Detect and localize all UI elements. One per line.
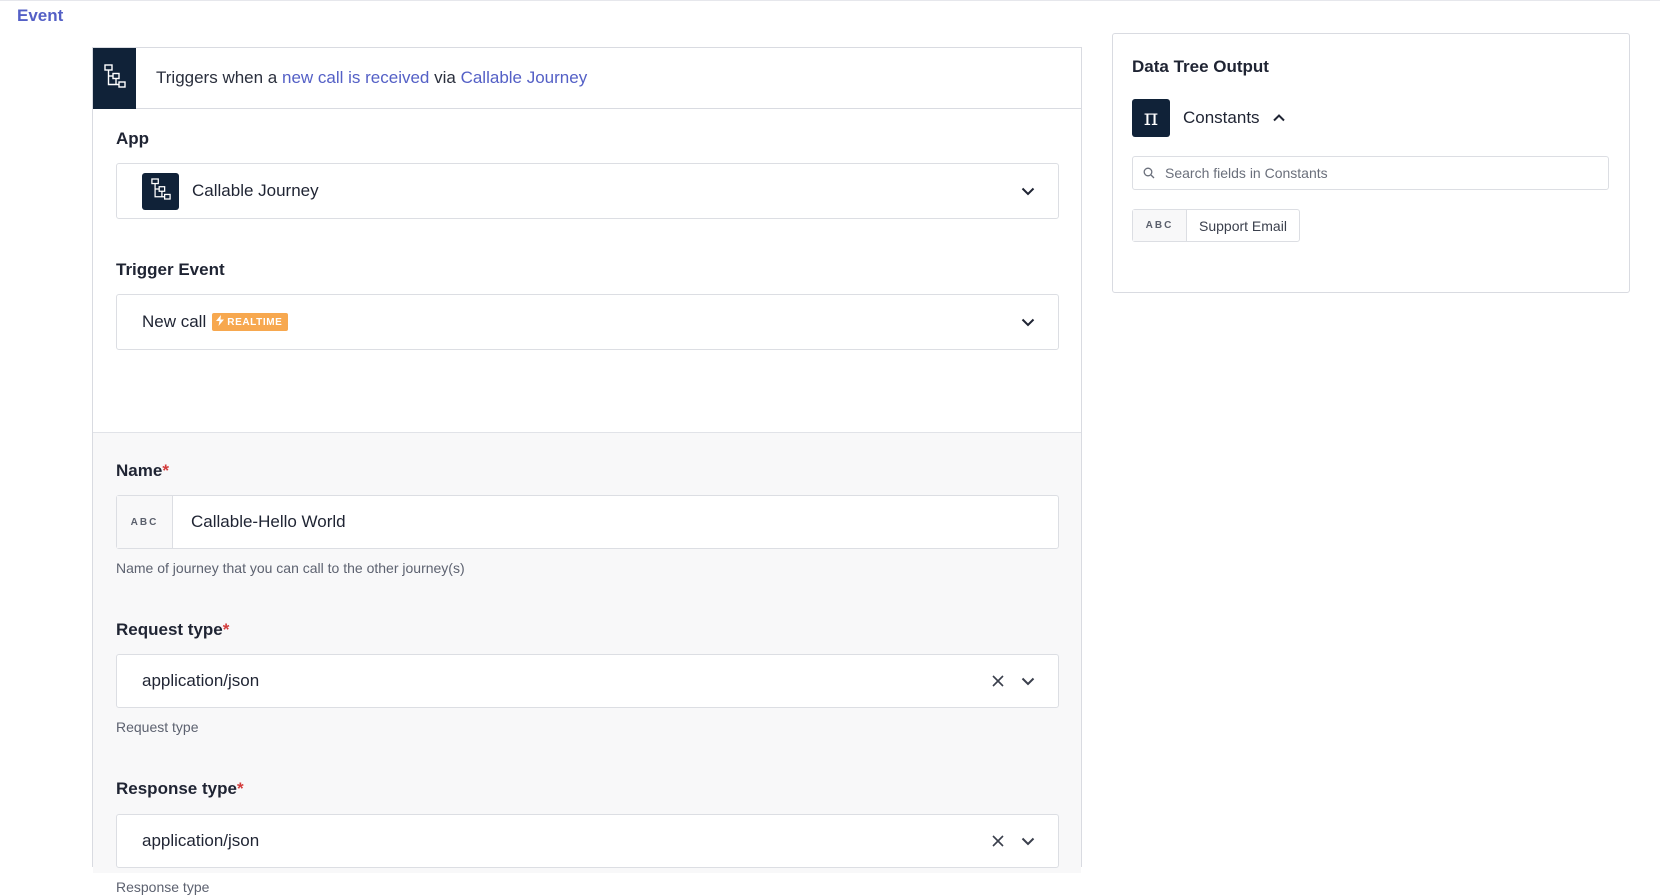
response-type-label: Response type* bbox=[116, 779, 244, 798]
trigger-event-select[interactable]: New call REALTIME bbox=[116, 294, 1059, 350]
app-label: App bbox=[116, 129, 150, 148]
trigger-app-icon-box bbox=[93, 47, 136, 109]
trigger-summary-bar: Triggers when a new call is received via… bbox=[93, 47, 1081, 109]
constants-label: Constants bbox=[1183, 108, 1260, 127]
text-type-tag: ABC bbox=[117, 496, 173, 548]
trigger-event-value: New call bbox=[142, 312, 207, 331]
required-mark: * bbox=[162, 461, 169, 480]
app-select[interactable]: Callable Journey bbox=[116, 163, 1059, 219]
required-mark: * bbox=[236, 779, 244, 798]
pi-icon: π bbox=[1132, 99, 1170, 137]
data-tree-title: Data Tree Output bbox=[1132, 57, 1269, 76]
app-select-value: Callable Journey bbox=[192, 181, 319, 200]
name-input[interactable]: ABC Callable-Hello World bbox=[116, 495, 1059, 549]
constants-search[interactable] bbox=[1132, 156, 1609, 190]
trigger-event-link[interactable]: new call is received bbox=[282, 68, 429, 87]
app-section: App Callable Journey Trigger Event New c… bbox=[93, 109, 1081, 433]
realtime-badge-text: REALTIME bbox=[227, 316, 283, 328]
chevron-down-icon[interactable] bbox=[1020, 183, 1036, 199]
required-mark: * bbox=[222, 620, 230, 639]
lightning-icon bbox=[216, 315, 225, 329]
flow-chart-icon bbox=[103, 63, 126, 93]
chevron-down-icon[interactable] bbox=[1020, 833, 1036, 849]
trigger-prefix: Triggers when a bbox=[156, 68, 282, 87]
data-tree-panel: Data Tree Output π Constants ABC Support… bbox=[1112, 33, 1630, 293]
trigger-config-panel: Triggers when a new call is received via… bbox=[92, 47, 1082, 895]
search-icon bbox=[1143, 166, 1157, 180]
top-divider bbox=[0, 0, 1660, 1]
trigger-event-label: Trigger Event bbox=[116, 260, 225, 279]
constants-search-input[interactable] bbox=[1165, 165, 1605, 181]
response-type-hint: Response type bbox=[116, 879, 210, 895]
chevron-down-icon[interactable] bbox=[1020, 314, 1036, 330]
trigger-middle: via bbox=[429, 68, 461, 87]
request-type-hint: Request type bbox=[116, 719, 199, 735]
response-type-select[interactable]: application/json bbox=[116, 814, 1059, 868]
parameters-section: Name* ABC Callable-Hello World Name of j… bbox=[93, 433, 1081, 895]
name-input-value[interactable]: Callable-Hello World bbox=[191, 512, 346, 532]
constant-field-label: Support Email bbox=[1199, 217, 1287, 234]
request-type-select[interactable]: application/json bbox=[116, 654, 1059, 708]
name-hint: Name of journey that you can call to the… bbox=[116, 560, 465, 576]
constants-group-toggle[interactable]: π Constants bbox=[1132, 99, 1286, 137]
text-type-tag: ABC bbox=[1133, 210, 1187, 241]
clear-icon[interactable] bbox=[990, 673, 1006, 689]
trigger-app-link[interactable]: Callable Journey bbox=[461, 68, 588, 87]
chevron-down-icon[interactable] bbox=[1020, 673, 1036, 689]
realtime-badge: REALTIME bbox=[212, 313, 289, 331]
request-type-label: Request type* bbox=[116, 620, 230, 639]
flow-chart-icon bbox=[150, 177, 171, 205]
event-tab[interactable]: Event bbox=[17, 6, 63, 26]
name-label: Name* bbox=[116, 461, 169, 480]
trigger-description: Triggers when a new call is received via… bbox=[156, 68, 587, 88]
chevron-up-icon[interactable] bbox=[1272, 111, 1286, 125]
clear-icon[interactable] bbox=[990, 833, 1006, 849]
constant-field-chip[interactable]: ABC Support Email bbox=[1132, 209, 1300, 242]
response-type-value: application/json bbox=[142, 831, 260, 850]
app-icon-box bbox=[142, 172, 179, 210]
request-type-value: application/json bbox=[142, 671, 260, 690]
